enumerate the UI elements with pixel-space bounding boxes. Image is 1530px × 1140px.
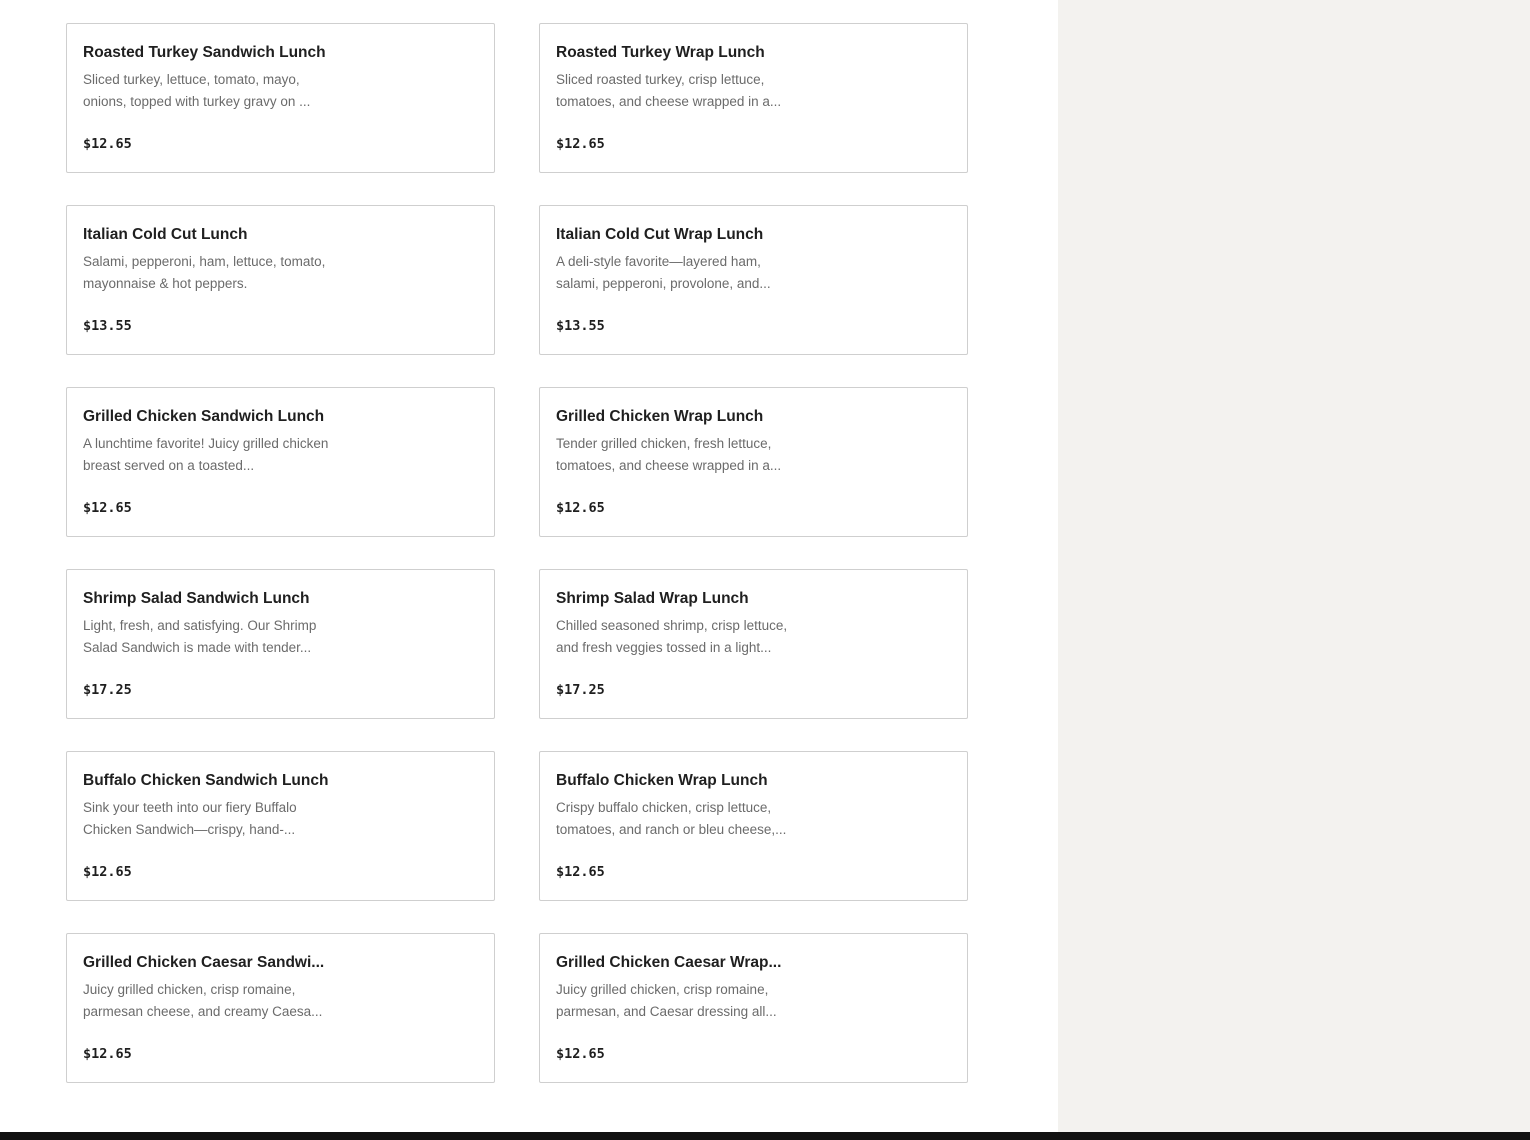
menu-item-price: $17.25: [556, 682, 605, 698]
menu-item-price: $13.55: [83, 318, 132, 334]
menu-item-card[interactable]: Shrimp Salad Wrap Lunch Chilled seasoned…: [539, 569, 968, 719]
menu-item-description: Sliced roasted turkey, crisp lettuce, to…: [556, 72, 782, 109]
menu-item-card[interactable]: Grilled Chicken Sandwich Lunch A lunchti…: [66, 387, 495, 537]
menu-item-title: Grilled Chicken Sandwich Lunch: [83, 408, 325, 425]
menu-item-description: Crispy buffalo chicken, crisp lettuce, t…: [556, 800, 787, 837]
menu-item-title: Italian Cold Cut Lunch: [83, 226, 248, 243]
menu-item-title: Roasted Turkey Sandwich Lunch: [83, 44, 326, 61]
menu-item-card[interactable]: Grilled Chicken Caesar Sandwi... Juicy g…: [66, 933, 495, 1083]
menu-item-description: Salami, pepperoni, ham, lettuce, tomato,…: [83, 254, 326, 291]
menu-item-title: Shrimp Salad Sandwich Lunch: [83, 590, 310, 607]
menu-list-area: Roasted Turkey Sandwich Lunch Sliced tur…: [0, 0, 1058, 1132]
menu-item-title: Grilled Chicken Caesar Sandwi...: [83, 954, 325, 971]
menu-item-price: $12.65: [83, 136, 132, 152]
menu-item-description: Sliced turkey, lettuce, tomato, mayo, on…: [83, 72, 311, 109]
menu-item-price: $12.65: [83, 500, 132, 516]
menu-item-price: $13.55: [556, 318, 605, 334]
menu-item-card[interactable]: Italian Cold Cut Wrap Lunch A deli-style…: [539, 205, 968, 355]
menu-item-card[interactable]: Shrimp Salad Sandwich Lunch Light, fresh…: [66, 569, 495, 719]
menu-item-title: Buffalo Chicken Wrap Lunch: [556, 772, 768, 789]
menu-item-price: $12.65: [556, 136, 605, 152]
menu-item-description: Juicy grilled chicken, crisp romaine, pa…: [83, 982, 323, 1019]
menu-item-card[interactable]: Italian Cold Cut Lunch Salami, pepperoni…: [66, 205, 495, 355]
menu-item-price: $12.65: [556, 864, 605, 880]
menu-item-title: Shrimp Salad Wrap Lunch: [556, 590, 749, 607]
menu-item-card[interactable]: Buffalo Chicken Sandwich Lunch Sink your…: [66, 751, 495, 901]
menu-item-price: $12.65: [556, 500, 605, 516]
footer-bar: [0, 1132, 1530, 1140]
menu-item-card[interactable]: Roasted Turkey Wrap Lunch Sliced roasted…: [539, 23, 968, 173]
menu-item-description: Juicy grilled chicken, crisp romaine, pa…: [556, 982, 777, 1019]
menu-item-title: Grilled Chicken Caesar Wrap...: [556, 954, 782, 971]
menu-grid: Roasted Turkey Sandwich Lunch Sliced tur…: [66, 23, 968, 1083]
menu-item-description: Chilled seasoned shrimp, crisp lettuce, …: [556, 618, 788, 655]
menu-item-card[interactable]: Roasted Turkey Sandwich Lunch Sliced tur…: [66, 23, 495, 173]
menu-item-title: Italian Cold Cut Wrap Lunch: [556, 226, 764, 243]
menu-item-description: Tender grilled chicken, fresh lettuce, t…: [556, 436, 782, 473]
menu-item-card[interactable]: Buffalo Chicken Wrap Lunch Crispy buffal…: [539, 751, 968, 901]
menu-item-price: $12.65: [83, 1046, 132, 1062]
menu-item-card[interactable]: Grilled Chicken Caesar Wrap... Juicy gri…: [539, 933, 968, 1083]
menu-item-price: $17.25: [83, 682, 132, 698]
menu-item-title: Buffalo Chicken Sandwich Lunch: [83, 772, 329, 789]
menu-item-title: Roasted Turkey Wrap Lunch: [556, 44, 765, 61]
menu-item-description: A deli-style favorite—layered ham, salam…: [556, 254, 771, 291]
menu-item-title: Grilled Chicken Wrap Lunch: [556, 408, 764, 425]
menu-item-description: A lunchtime favorite! Juicy grilled chic…: [83, 436, 329, 473]
side-panel: [1058, 0, 1530, 1132]
menu-item-price: $12.65: [83, 864, 132, 880]
menu-item-description: Light, fresh, and satisfying. Our Shrimp…: [83, 618, 317, 655]
menu-item-card[interactable]: Grilled Chicken Wrap Lunch Tender grille…: [539, 387, 968, 537]
menu-item-description: Sink your teeth into our fiery Buffalo C…: [83, 800, 297, 837]
menu-item-price: $12.65: [556, 1046, 605, 1062]
